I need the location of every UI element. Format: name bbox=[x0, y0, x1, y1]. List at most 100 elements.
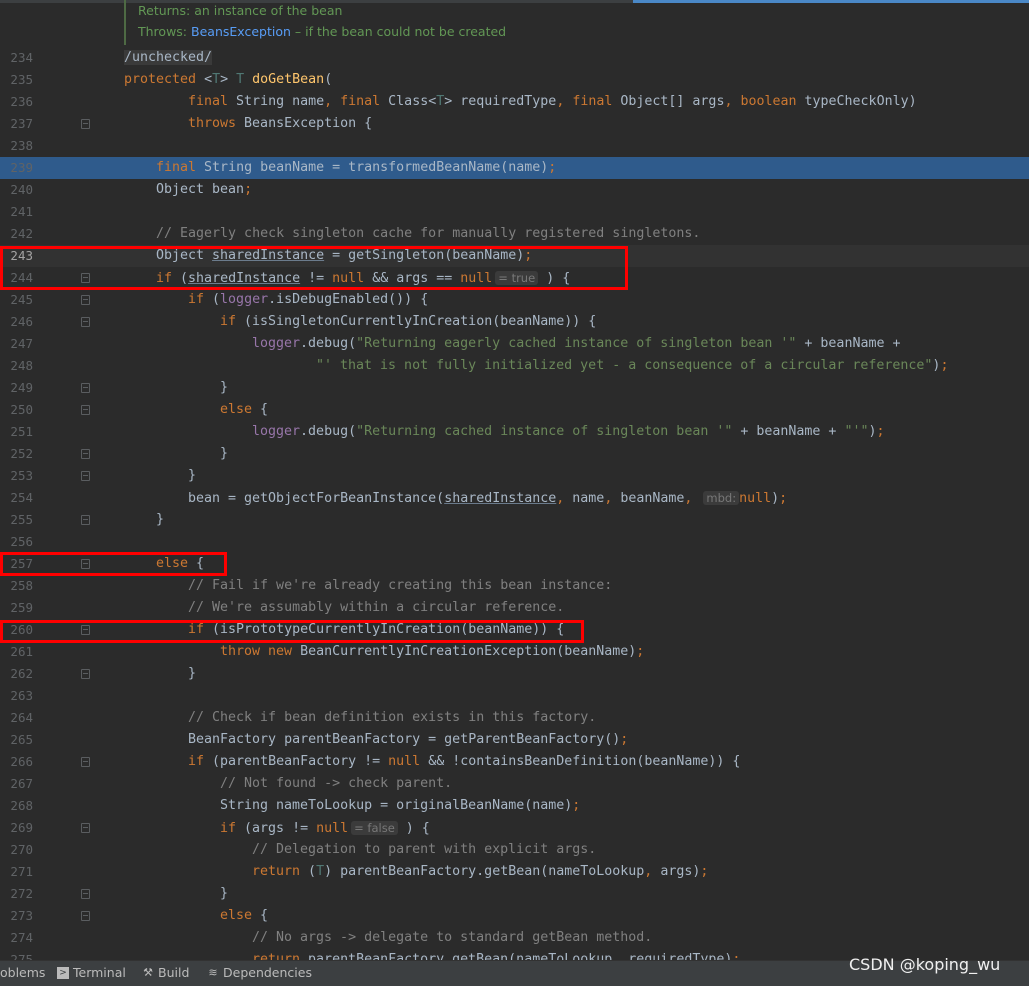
code-line[interactable]: 244 if (sharedInstance != null && args ==… bbox=[0, 267, 1029, 289]
code-line[interactable]: 269 if (args != null = false ) { bbox=[0, 817, 1029, 839]
line-number[interactable]: 240 bbox=[0, 179, 33, 201]
line-number[interactable]: 271 bbox=[0, 861, 33, 883]
problems-tab[interactable]: oblems bbox=[0, 965, 45, 980]
fold-toggle-icon[interactable] bbox=[81, 889, 90, 899]
code-line[interactable]: 239 final String beanName = transformedBe… bbox=[0, 157, 1029, 179]
line-number[interactable]: 246 bbox=[0, 311, 33, 333]
line-number[interactable]: 254 bbox=[0, 487, 33, 509]
line-number[interactable]: 272 bbox=[0, 883, 33, 905]
code-line[interactable]: 250 else { bbox=[0, 399, 1029, 421]
fold-toggle-icon[interactable] bbox=[81, 515, 90, 525]
line-number[interactable]: 239 bbox=[0, 157, 33, 179]
line-number[interactable]: 236 bbox=[0, 91, 33, 113]
code-line[interactable]: 262} bbox=[0, 663, 1029, 685]
code-line[interactable]: 265 BeanFactory parentBeanFactory = getPa… bbox=[0, 729, 1029, 751]
line-number[interactable]: 244 bbox=[0, 267, 33, 289]
line-number[interactable]: 248 bbox=[0, 355, 33, 377]
code-line[interactable]: 264 // Check if bean definition exists in… bbox=[0, 707, 1029, 729]
fold-toggle-icon[interactable] bbox=[81, 757, 90, 767]
fold-toggle-icon[interactable] bbox=[81, 471, 90, 481]
code-line[interactable]: 251 logger.debug("Returning cached instan… bbox=[0, 421, 1029, 443]
line-number[interactable]: 245 bbox=[0, 289, 33, 311]
line-number[interactable]: 262 bbox=[0, 663, 33, 685]
line-number[interactable]: 259 bbox=[0, 597, 33, 619]
code-line[interactable]: 247 logger.debug("Returning eagerly cache… bbox=[0, 333, 1029, 355]
code-line[interactable]: 273 else { bbox=[0, 905, 1029, 927]
line-number[interactable]: 257 bbox=[0, 553, 33, 575]
line-number[interactable]: 266 bbox=[0, 751, 33, 773]
code-line[interactable]: 272} bbox=[0, 883, 1029, 905]
beans-exception-link[interactable]: BeansException bbox=[191, 24, 291, 39]
line-number[interactable]: 247 bbox=[0, 333, 33, 355]
code-line[interactable]: 240 Object bean; bbox=[0, 179, 1029, 201]
code-line[interactable]: 266 if (parentBeanFactory != null && !con… bbox=[0, 751, 1029, 773]
code-line[interactable]: 260 if (isPrototypeCurrentlyInCreation(be… bbox=[0, 619, 1029, 641]
code-line[interactable]: 253} bbox=[0, 465, 1029, 487]
fold-toggle-icon[interactable] bbox=[81, 119, 90, 129]
code-line[interactable]: 259 // We're assumably within a circular … bbox=[0, 597, 1029, 619]
fold-toggle-icon[interactable] bbox=[81, 295, 90, 305]
line-number[interactable]: 267 bbox=[0, 773, 33, 795]
line-number[interactable]: 252 bbox=[0, 443, 33, 465]
line-number[interactable]: 251 bbox=[0, 421, 33, 443]
code-line[interactable]: 235 protected <T> T doGetBean( bbox=[0, 69, 1029, 91]
code-line[interactable]: 243 Object sharedInstance = getSingleton(… bbox=[0, 245, 1029, 267]
line-number[interactable]: 270 bbox=[0, 839, 33, 861]
code-line[interactable]: 236 final String name, final Class<T> req… bbox=[0, 91, 1029, 113]
code-line[interactable]: 234/unchecked/ bbox=[0, 47, 1029, 69]
code-line[interactable]: 238 bbox=[0, 135, 1029, 157]
code-line[interactable]: 242 // Eagerly check singleton cache for … bbox=[0, 223, 1029, 245]
code-line[interactable]: 248 "' that is not fully initialized yet … bbox=[0, 355, 1029, 377]
line-number[interactable]: 235 bbox=[0, 69, 33, 91]
line-number[interactable]: 256 bbox=[0, 531, 33, 553]
line-number[interactable]: 273 bbox=[0, 905, 33, 927]
line-number[interactable]: 264 bbox=[0, 707, 33, 729]
line-number[interactable]: 265 bbox=[0, 729, 33, 751]
code-line[interactable]: 245 if (logger.isDebugEnabled()) { bbox=[0, 289, 1029, 311]
build-tab[interactable]: ⚒ Build bbox=[142, 965, 189, 980]
code-line[interactable]: 274 // No args -> delegate to standard ge… bbox=[0, 927, 1029, 949]
code-line[interactable]: 271 return (T) parentBeanFactory.getBean(… bbox=[0, 861, 1029, 883]
code-line[interactable]: 241 bbox=[0, 201, 1029, 223]
code-line[interactable]: 246 if (isSingletonCurrentlyInCreation(be… bbox=[0, 311, 1029, 333]
line-number[interactable]: 263 bbox=[0, 685, 33, 707]
fold-toggle-icon[interactable] bbox=[81, 405, 90, 415]
code-line[interactable]: 258 // Fail if we're already creating thi… bbox=[0, 575, 1029, 597]
line-number[interactable]: 260 bbox=[0, 619, 33, 641]
fold-toggle-icon[interactable] bbox=[81, 383, 90, 393]
line-number[interactable]: 255 bbox=[0, 509, 33, 531]
fold-toggle-icon[interactable] bbox=[81, 823, 90, 833]
code-line[interactable]: 261 throw new BeanCurrentlyInCreationExce… bbox=[0, 641, 1029, 663]
dependencies-tab[interactable]: ≋ Dependencies bbox=[207, 965, 312, 980]
fold-toggle-icon[interactable] bbox=[81, 669, 90, 679]
code-line[interactable]: 254 bean = getObjectForBeanInstance(share… bbox=[0, 487, 1029, 509]
line-number[interactable]: 269 bbox=[0, 817, 33, 839]
line-number[interactable]: 250 bbox=[0, 399, 33, 421]
code-line[interactable]: 267 // Not found -> check parent. bbox=[0, 773, 1029, 795]
code-line[interactable]: 252} bbox=[0, 443, 1029, 465]
code-line[interactable]: 263 bbox=[0, 685, 1029, 707]
line-number[interactable]: 258 bbox=[0, 575, 33, 597]
code-line[interactable]: 257 else { bbox=[0, 553, 1029, 575]
code-line[interactable]: 256 bbox=[0, 531, 1029, 553]
line-number[interactable]: 243 bbox=[0, 245, 33, 267]
line-number[interactable]: 237 bbox=[0, 113, 33, 135]
code-line[interactable]: 255} bbox=[0, 509, 1029, 531]
line-number[interactable]: 268 bbox=[0, 795, 33, 817]
terminal-tab[interactable]: > Terminal bbox=[57, 965, 126, 980]
line-number[interactable]: 261 bbox=[0, 641, 33, 663]
fold-toggle-icon[interactable] bbox=[81, 911, 90, 921]
line-number[interactable]: 238 bbox=[0, 135, 33, 157]
code-line[interactable]: 268 String nameToLookup = originalBeanNam… bbox=[0, 795, 1029, 817]
line-number[interactable]: 234 bbox=[0, 47, 33, 69]
code-line[interactable]: 237 throws BeansException { bbox=[0, 113, 1029, 135]
line-number[interactable]: 241 bbox=[0, 201, 33, 223]
line-number[interactable]: 274 bbox=[0, 927, 33, 949]
fold-toggle-icon[interactable] bbox=[81, 317, 90, 327]
line-number[interactable]: 253 bbox=[0, 465, 33, 487]
line-number[interactable]: 242 bbox=[0, 223, 33, 245]
fold-toggle-icon[interactable] bbox=[81, 559, 90, 569]
fold-toggle-icon[interactable] bbox=[81, 625, 90, 635]
code-line[interactable]: 270 // Delegation to parent with explicit… bbox=[0, 839, 1029, 861]
fold-toggle-icon[interactable] bbox=[81, 449, 90, 459]
